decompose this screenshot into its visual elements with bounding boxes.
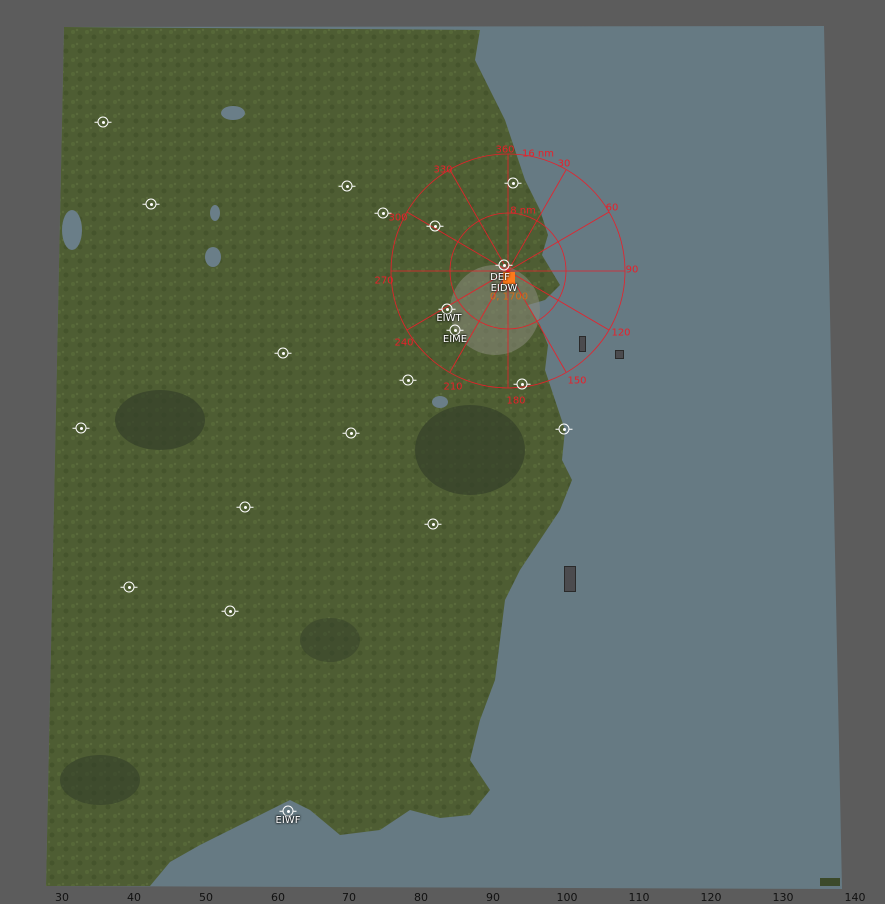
ship-icon[interactable] (564, 566, 576, 592)
waypoint-marker[interactable] (345, 427, 357, 439)
forest-patch (300, 618, 360, 662)
waypoint-marker[interactable] (558, 423, 570, 435)
x-axis-tick: 40 (127, 891, 141, 904)
range-label-inner: 8 nm (510, 205, 536, 217)
forest-patch (115, 390, 205, 450)
waypoint-marker[interactable] (498, 259, 510, 271)
x-axis-tick: 30 (55, 891, 69, 904)
x-axis-tick: 100 (556, 891, 578, 904)
x-axis-tick: 120 (700, 891, 722, 904)
x-axis-tick: 50 (199, 891, 213, 904)
lake (432, 396, 448, 408)
airport-label-eime[interactable]: EIME (443, 334, 467, 345)
waypoint-marker[interactable] (239, 501, 251, 513)
range-label-outer: 16 nm (522, 148, 554, 160)
waypoint-marker[interactable] (277, 347, 289, 359)
x-axis-tick: 80 (414, 891, 428, 904)
bearing-label: 210 (443, 381, 463, 393)
waypoint-marker[interactable] (145, 198, 157, 210)
lake (205, 247, 221, 267)
waypoint-marker[interactable] (377, 207, 389, 219)
x-axis-tick: 70 (342, 891, 356, 904)
lake (221, 106, 245, 120)
x-axis-tick: 60 (271, 891, 285, 904)
waypoint-marker[interactable] (516, 378, 528, 390)
bearing-label: 120 (611, 327, 631, 339)
x-axis-tick: 110 (628, 891, 650, 904)
bearing-label: 180 (506, 395, 526, 407)
ship-icon[interactable] (579, 336, 586, 352)
lake (210, 205, 220, 221)
bearing-label: 360 (495, 144, 515, 156)
forest-patch (60, 755, 140, 805)
airport-label-eiwt[interactable]: EIWT (436, 313, 461, 324)
bearing-label: 300 (388, 212, 408, 224)
x-axis-tick: 90 (486, 891, 500, 904)
forest-patch (415, 405, 525, 495)
waypoint-marker[interactable] (427, 518, 439, 530)
corner-vessel (820, 878, 840, 886)
waypoint-marker[interactable] (507, 177, 519, 189)
bearing-label: 330 (433, 164, 453, 176)
bearing-label: 270 (374, 275, 394, 287)
ship-icon[interactable] (615, 350, 624, 359)
lake (62, 210, 82, 250)
aircraft-altitude: 0, 1700 (489, 291, 529, 303)
bearing-label: 150 (567, 375, 587, 387)
waypoint-marker[interactable] (402, 374, 414, 386)
waypoint-marker[interactable] (97, 116, 109, 128)
bearing-label: 240 (394, 337, 414, 349)
x-axis-tick: 130 (772, 891, 794, 904)
bearing-label: 60 (605, 202, 619, 214)
aircraft-callsign: DEF (490, 272, 510, 283)
waypoint-marker[interactable] (341, 180, 353, 192)
map-canvas[interactable] (0, 0, 885, 897)
waypoint-marker[interactable] (75, 422, 87, 434)
waypoint-marker[interactable] (224, 605, 236, 617)
x-axis-tick: 140 (844, 891, 866, 904)
bearing-label: 90 (625, 264, 639, 276)
waypoint-marker[interactable] (429, 220, 441, 232)
waypoint-marker[interactable] (123, 581, 135, 593)
airport-label-eiwf[interactable]: EIWF (276, 815, 301, 826)
bearing-label: 30 (557, 158, 571, 170)
